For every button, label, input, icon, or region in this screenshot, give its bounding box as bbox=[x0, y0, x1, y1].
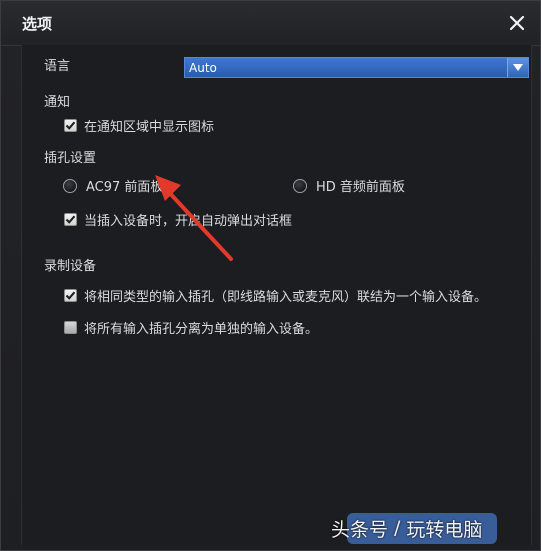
title-bar: 选项 bbox=[1, 1, 540, 46]
separate-inputs-label: 将所有输入插孔分离为单独的输入设备。 bbox=[84, 322, 319, 337]
show-icon-option[interactable]: 在通知区域中显示图标 bbox=[64, 116, 214, 135]
chevron-down-icon bbox=[513, 64, 523, 71]
language-dropdown-button[interactable] bbox=[507, 58, 528, 77]
watermark-author: 玩转电脑 bbox=[406, 518, 483, 541]
ac97-option[interactable]: AC97 前面板 bbox=[63, 176, 163, 195]
separate-inputs-option[interactable]: 将所有输入插孔分离为单独的输入设备。 bbox=[64, 318, 318, 337]
close-icon bbox=[509, 15, 525, 31]
check-icon bbox=[65, 291, 76, 300]
combine-inputs-checkbox[interactable] bbox=[64, 289, 77, 302]
combine-inputs-option[interactable]: 将相同类型的输入插孔（即线路输入或麦克风）联结为一个输入设备。 bbox=[64, 286, 487, 305]
auto-popup-checkbox[interactable] bbox=[64, 213, 77, 226]
ac97-radio[interactable] bbox=[63, 178, 77, 193]
hd-audio-option[interactable]: HD 音频前面板 bbox=[293, 176, 405, 195]
annotation-arrow-icon bbox=[155, 175, 233, 261]
watermark-source: 头条号 bbox=[331, 518, 389, 541]
language-selected-value: Auto bbox=[189, 60, 217, 75]
notify-heading: 通知 bbox=[44, 95, 71, 110]
hd-audio-radio[interactable] bbox=[293, 178, 307, 193]
watermark: 头条号 / 玩转电脑 bbox=[331, 513, 482, 543]
language-label: 语言 bbox=[44, 59, 71, 74]
combine-inputs-label: 将相同类型的输入插孔（即线路输入或麦克风）联结为一个输入设备。 bbox=[84, 290, 488, 305]
separate-inputs-checkbox[interactable] bbox=[64, 321, 77, 334]
dialog-title: 选项 bbox=[22, 15, 53, 33]
jack-heading: 插孔设置 bbox=[44, 151, 97, 166]
language-select[interactable]: Auto bbox=[184, 57, 529, 78]
check-icon bbox=[65, 215, 76, 224]
show-icon-label: 在通知区域中显示图标 bbox=[84, 120, 215, 135]
hd-audio-label: HD 音频前面板 bbox=[316, 180, 405, 195]
check-icon bbox=[65, 121, 76, 130]
watermark-separator: / bbox=[394, 517, 401, 539]
record-heading: 录制设备 bbox=[44, 259, 97, 274]
show-icon-checkbox[interactable] bbox=[64, 119, 77, 132]
options-dialog: 选项 语言 Auto 通知 在通知区域中显示图标 插孔设置 AC97 前面板 H… bbox=[0, 0, 541, 551]
close-button[interactable] bbox=[506, 12, 528, 34]
